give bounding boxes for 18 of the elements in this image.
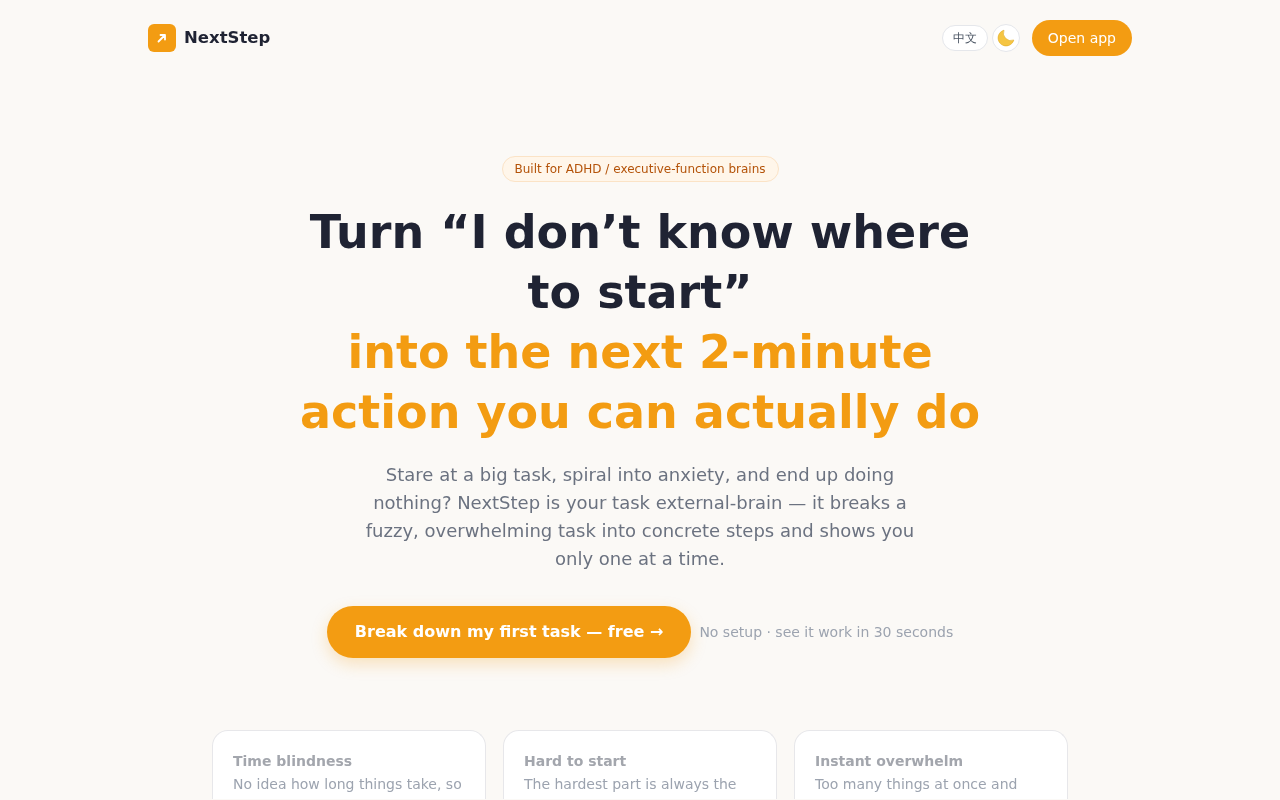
cta-note: No setup · see it work in 30 seconds [699,622,954,642]
cta-button[interactable]: Break down my first task — free → [326,606,692,658]
language-button[interactable]: 中文 [941,25,988,51]
card-text: Too many things at once and [815,775,1019,794]
hero-title-highlight: into the next 2-minute action you can actually do [299,324,981,441]
card-title: Hard to start [524,752,628,771]
moon-icon [996,29,1015,47]
card-text: The hardest part is always the [524,775,738,794]
theme-toggle-button[interactable] [991,24,1020,52]
card-title: Time blindness [233,752,354,771]
card-text: No idea how long things take, so [233,775,463,794]
open-app-button[interactable]: Open app [1031,20,1132,56]
audience-badge: Built for ADHD / executive-function brains [501,156,779,182]
card-title: Instant overwhelm [815,752,965,771]
hero-title: Turn “I don’t know where to start” [308,204,972,321]
brand-name: NextStep [184,26,271,49]
logo-icon [148,24,176,52]
hero-description: Stare at a big task, spiral into anxiety, and end up doing nothing? NextStep is your task external-brain — it breaks a fuzzy, overwhelming task into concrete steps and shows you only one at a time. [364,463,916,571]
